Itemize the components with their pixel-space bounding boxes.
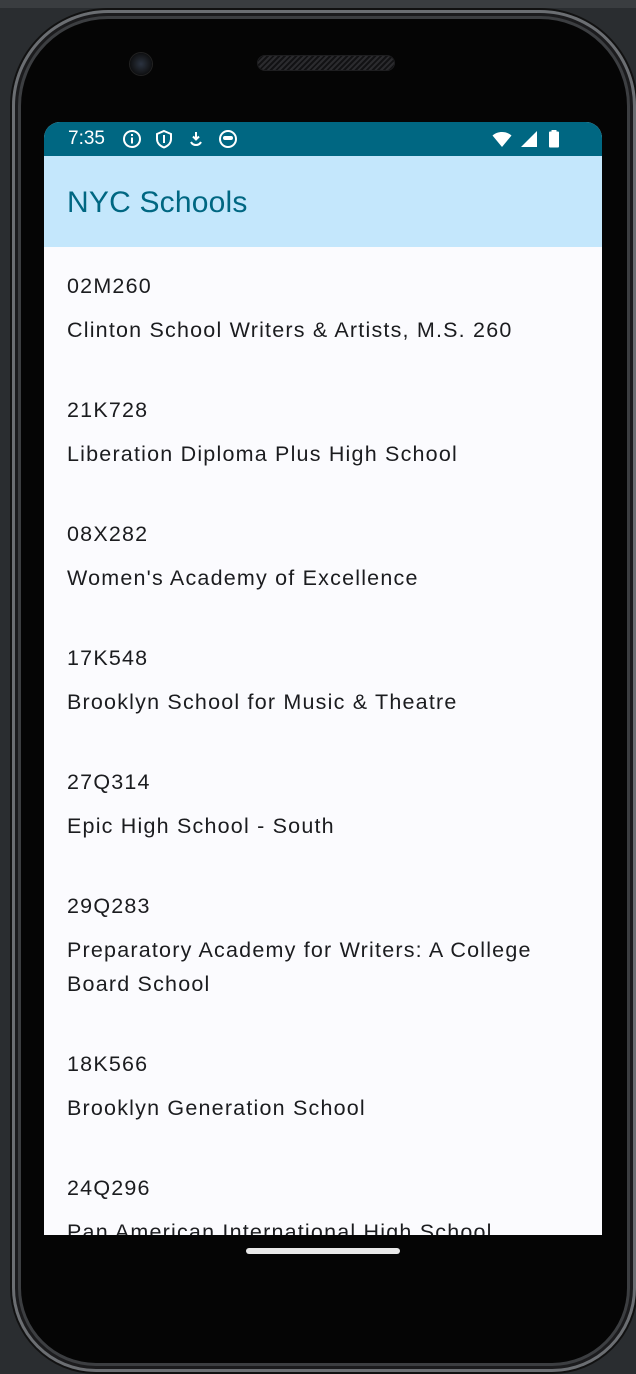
school-name: Women's Academy of Excellence (67, 566, 419, 590)
list-item[interactable]: 02M260 Clinton School Writers & Artists,… (44, 247, 602, 371)
school-dbn: 17K548 (67, 646, 149, 670)
signal-icon (521, 131, 537, 147)
list-item[interactable]: 24Q296 Pan American International High S… (44, 1149, 602, 1235)
shield-icon (156, 129, 172, 149)
list-item[interactable]: 29Q283 Preparatory Academy for Writers: … (44, 867, 602, 1025)
list-item[interactable]: 27Q314 Epic High School - South (44, 743, 602, 867)
school-dbn: 21K728 (67, 398, 149, 422)
wifi-icon (492, 131, 512, 147)
earpiece-speaker (258, 56, 394, 70)
info-icon (123, 130, 141, 148)
list-item[interactable]: 18K566 Brooklyn Generation School (44, 1025, 602, 1149)
status-bar: 7:35 (44, 122, 602, 156)
face-icon (219, 130, 237, 148)
device-screen: 7:35 NYC Schools 02M260 Clinton School W… (44, 122, 602, 1235)
list-item[interactable]: 21K728 Liberation Diploma Plus High Scho… (44, 371, 602, 495)
list-item[interactable]: 08X282 Women's Academy of Excellence (44, 495, 602, 619)
school-dbn: 02M260 (67, 274, 152, 298)
emulator-background (0, 0, 636, 8)
status-notification-icons (122, 129, 238, 149)
school-name: Liberation Diploma Plus High School (67, 442, 458, 466)
download-icon (190, 132, 202, 146)
status-system-icons (492, 129, 564, 149)
school-dbn: 27Q314 (67, 770, 151, 794)
app-title: NYC Schools (67, 186, 248, 219)
school-name: Preparatory Academy for Writers: A Colle… (67, 938, 532, 996)
school-name: Clinton School Writers & Artists, M.S. 2… (67, 318, 513, 342)
school-list[interactable]: 02M260 Clinton School Writers & Artists,… (44, 247, 602, 1235)
school-dbn: 08X282 (67, 522, 149, 546)
school-name: Brooklyn Generation School (67, 1096, 366, 1120)
school-dbn: 24Q296 (67, 1176, 151, 1200)
status-time: 7:35 (68, 128, 105, 149)
list-item[interactable]: 17K548 Brooklyn School for Music & Theat… (44, 619, 602, 743)
gesture-nav-handle[interactable] (246, 1248, 400, 1254)
school-name: Pan American International High School (67, 1220, 493, 1235)
battery-icon (549, 130, 559, 148)
top-app-bar: NYC Schools (44, 156, 602, 247)
school-dbn: 18K566 (67, 1052, 149, 1076)
school-name: Brooklyn School for Music & Theatre (67, 690, 458, 714)
school-name: Epic High School - South (67, 814, 335, 838)
school-dbn: 29Q283 (67, 894, 151, 918)
front-camera (130, 53, 152, 75)
